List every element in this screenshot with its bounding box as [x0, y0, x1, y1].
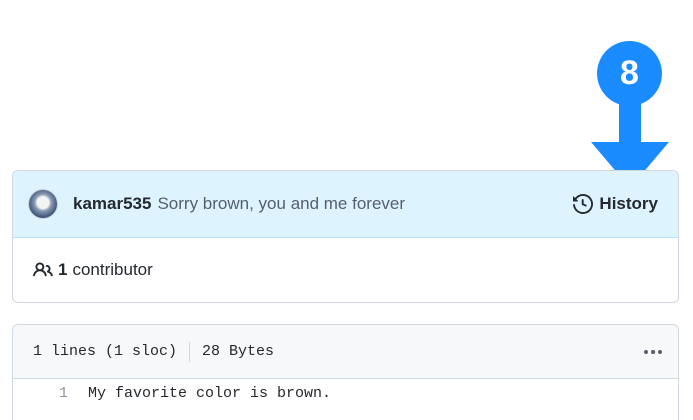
- people-icon: [33, 262, 53, 277]
- avatar[interactable]: [28, 189, 58, 219]
- file-lines-info: 1 lines (1 sloc): [33, 343, 178, 360]
- history-label: History: [599, 194, 658, 213]
- latest-commit-header: kamar535 Sorry brown, you and me forever…: [13, 171, 678, 238]
- history-icon: [573, 194, 594, 214]
- step-number-badge: 8: [597, 41, 662, 106]
- code-line: 1 My favorite color is brown.: [13, 379, 678, 407]
- line-number[interactable]: 1: [13, 385, 68, 402]
- contributor-label: contributor: [72, 260, 153, 279]
- contributor-count: 1: [58, 260, 68, 279]
- file-info-header: 1 lines (1 sloc) 28 Bytes: [13, 325, 678, 379]
- latest-commit-box: kamar535 Sorry brown, you and me forever…: [12, 170, 679, 303]
- header-divider: [189, 341, 191, 362]
- contributors-row[interactable]: 1 contributor: [13, 238, 678, 302]
- kebab-horizontal-icon[interactable]: [644, 349, 662, 354]
- history-button[interactable]: History: [573, 194, 658, 214]
- commit-author-link[interactable]: kamar535: [73, 194, 151, 214]
- file-viewer: 1 lines (1 sloc) 28 Bytes 1 My favorite …: [12, 324, 679, 420]
- file-size: 28 Bytes: [202, 343, 275, 360]
- commit-message-link[interactable]: Sorry brown, you and me forever: [157, 194, 405, 214]
- line-code: My favorite color is brown.: [88, 384, 332, 402]
